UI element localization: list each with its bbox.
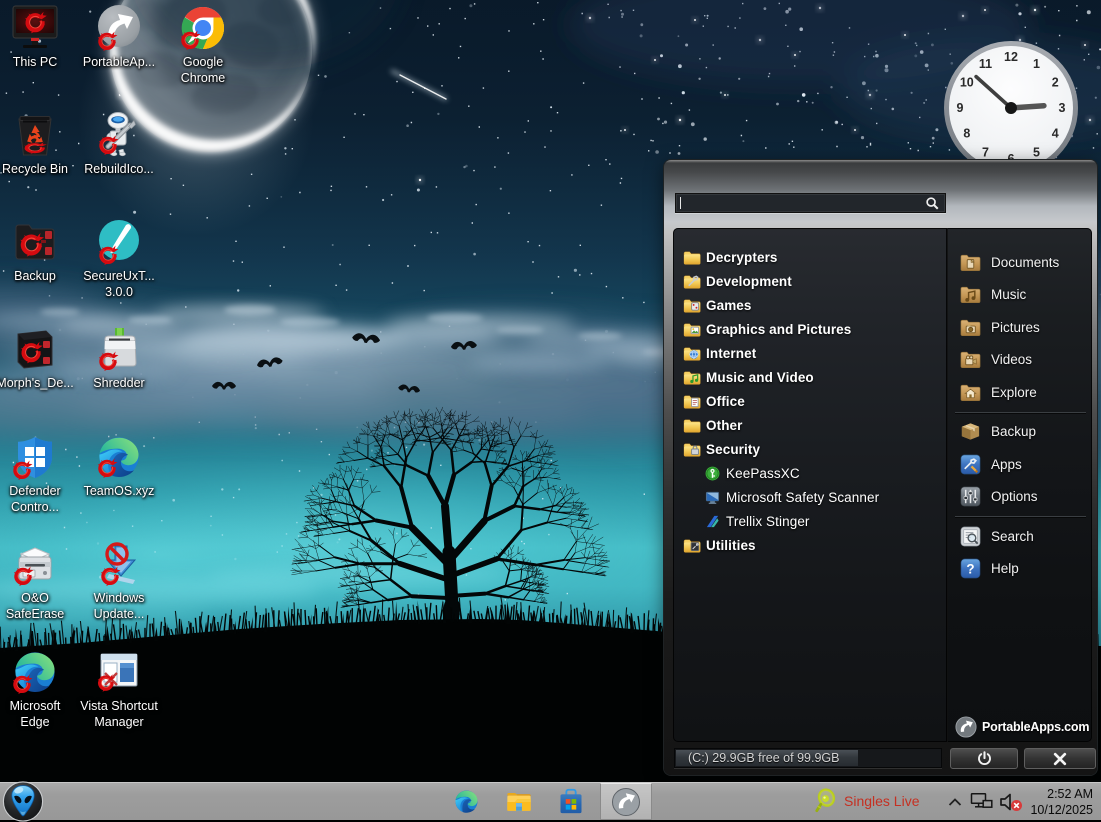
svg-text:5: 5: [1033, 145, 1040, 159]
svg-text:4: 4: [1052, 127, 1059, 141]
svg-text:7: 7: [982, 145, 989, 159]
svg-text:1: 1: [1033, 57, 1040, 71]
svg-text:11: 11: [979, 57, 992, 71]
svg-text:2: 2: [1052, 76, 1059, 90]
svg-text:8: 8: [963, 127, 970, 141]
svg-text:?: ?: [966, 562, 974, 577]
svg-text:9: 9: [957, 101, 964, 115]
svg-text:3: 3: [1059, 101, 1066, 115]
svg-text:10: 10: [960, 76, 974, 90]
svg-text:12: 12: [1004, 50, 1018, 64]
